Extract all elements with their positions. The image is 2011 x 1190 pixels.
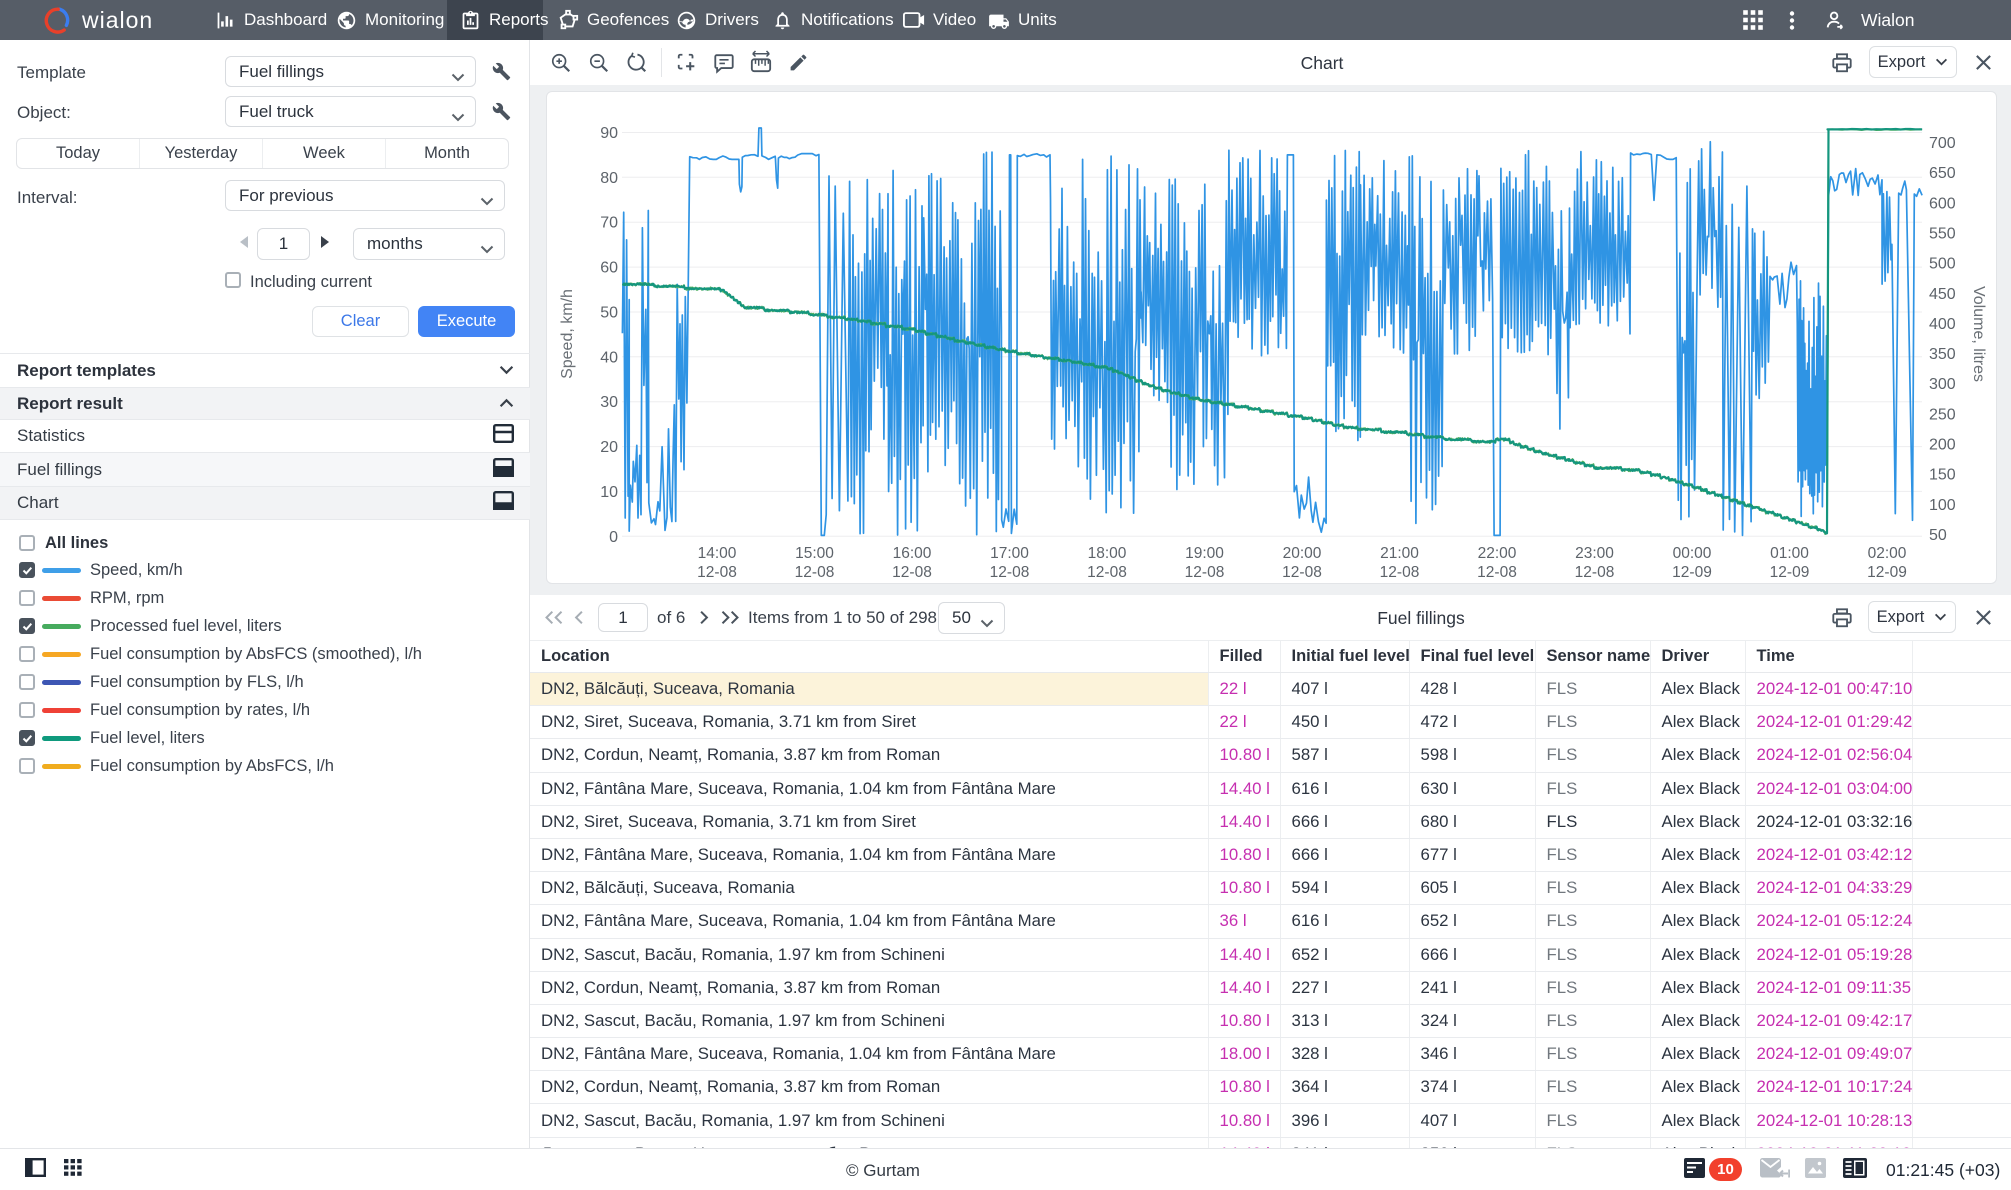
svg-text:19:00: 19:00 bbox=[1185, 545, 1224, 562]
svg-text:20: 20 bbox=[600, 439, 618, 456]
svg-text:500: 500 bbox=[1929, 256, 1956, 273]
svg-text:350: 350 bbox=[1929, 346, 1956, 363]
svg-text:22:00: 22:00 bbox=[1478, 545, 1517, 562]
svg-text:650: 650 bbox=[1929, 165, 1956, 182]
svg-text:00:00: 00:00 bbox=[1673, 545, 1712, 562]
svg-text:12-08: 12-08 bbox=[697, 564, 737, 581]
svg-text:250: 250 bbox=[1929, 406, 1956, 423]
svg-text:Speed, km/h: Speed, km/h bbox=[559, 289, 576, 379]
svg-text:50: 50 bbox=[600, 305, 618, 322]
svg-text:02:00: 02:00 bbox=[1868, 545, 1907, 562]
svg-text:700: 700 bbox=[1929, 135, 1956, 152]
svg-text:15:00: 15:00 bbox=[795, 545, 834, 562]
svg-text:12-08: 12-08 bbox=[1282, 564, 1322, 581]
svg-text:0: 0 bbox=[609, 529, 618, 546]
svg-text:12-09: 12-09 bbox=[1672, 564, 1712, 581]
svg-text:14:00: 14:00 bbox=[698, 545, 737, 562]
svg-text:150: 150 bbox=[1929, 467, 1956, 484]
svg-text:12-09: 12-09 bbox=[1770, 564, 1810, 581]
svg-text:400: 400 bbox=[1929, 316, 1956, 333]
svg-text:21:00: 21:00 bbox=[1380, 545, 1419, 562]
svg-text:12-08: 12-08 bbox=[1087, 564, 1127, 581]
svg-text:12-08: 12-08 bbox=[1477, 564, 1517, 581]
svg-text:16:00: 16:00 bbox=[893, 545, 932, 562]
svg-text:12-08: 12-08 bbox=[990, 564, 1030, 581]
svg-text:90: 90 bbox=[600, 125, 618, 142]
svg-text:18:00: 18:00 bbox=[1088, 545, 1127, 562]
svg-text:450: 450 bbox=[1929, 286, 1956, 303]
svg-text:200: 200 bbox=[1929, 437, 1956, 454]
svg-text:60: 60 bbox=[600, 260, 618, 277]
svg-text:300: 300 bbox=[1929, 376, 1956, 393]
svg-text:70: 70 bbox=[600, 215, 618, 232]
svg-text:550: 550 bbox=[1929, 226, 1956, 243]
svg-text:12-08: 12-08 bbox=[1380, 564, 1420, 581]
svg-text:12-08: 12-08 bbox=[795, 564, 835, 581]
svg-text:50: 50 bbox=[1929, 527, 1947, 544]
svg-text:600: 600 bbox=[1929, 195, 1956, 212]
svg-text:23:00: 23:00 bbox=[1575, 545, 1614, 562]
svg-text:12-08: 12-08 bbox=[1185, 564, 1225, 581]
svg-text:12-08: 12-08 bbox=[892, 564, 932, 581]
svg-text:80: 80 bbox=[600, 170, 618, 187]
svg-text:Volume, litres: Volume, litres bbox=[1970, 286, 1987, 382]
svg-text:12-08: 12-08 bbox=[1575, 564, 1615, 581]
svg-text:17:00: 17:00 bbox=[990, 545, 1029, 562]
svg-text:100: 100 bbox=[1929, 497, 1956, 514]
svg-text:40: 40 bbox=[600, 349, 618, 366]
svg-text:30: 30 bbox=[600, 394, 618, 411]
svg-text:12-09: 12-09 bbox=[1867, 564, 1907, 581]
svg-text:20:00: 20:00 bbox=[1283, 545, 1322, 562]
svg-text:10: 10 bbox=[600, 484, 618, 501]
svg-text:01:00: 01:00 bbox=[1770, 545, 1809, 562]
